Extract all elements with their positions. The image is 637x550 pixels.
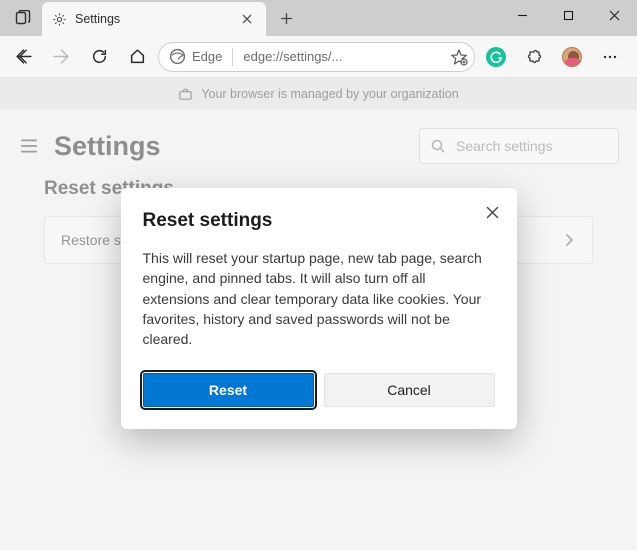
grammarly-icon[interactable]	[479, 41, 513, 73]
tab-actions-icon[interactable]	[6, 2, 40, 34]
profile-avatar[interactable]	[555, 41, 589, 73]
dialog-body: This will reset your startup page, new t…	[143, 248, 495, 349]
maximize-button[interactable]	[545, 0, 591, 30]
title-bar: Settings	[0, 0, 637, 36]
reset-settings-dialog: Reset settings This will reset your star…	[121, 188, 517, 429]
back-button[interactable]	[6, 41, 40, 73]
close-tab-icon[interactable]	[238, 10, 256, 28]
favorite-icon[interactable]	[450, 48, 468, 66]
cancel-button[interactable]: Cancel	[324, 373, 495, 407]
dialog-title: Reset settings	[143, 210, 495, 232]
close-window-button[interactable]	[591, 0, 637, 30]
forward-button[interactable]	[44, 41, 78, 73]
address-url: edge://settings/...	[243, 49, 342, 64]
minimize-button[interactable]	[499, 0, 545, 30]
dialog-close-button[interactable]	[483, 202, 503, 222]
refresh-button[interactable]	[82, 41, 116, 73]
address-identity: Edge	[192, 49, 222, 64]
new-tab-button[interactable]	[270, 2, 302, 34]
tab-title: Settings	[75, 12, 230, 26]
browser-tab[interactable]: Settings	[42, 2, 266, 36]
home-button[interactable]	[120, 41, 154, 73]
extensions-icon[interactable]	[517, 41, 551, 73]
address-bar[interactable]: Edge edge://settings/...	[158, 42, 475, 72]
dialog-buttons: Reset Cancel	[143, 373, 495, 407]
edge-logo-icon	[169, 48, 186, 65]
reset-button[interactable]: Reset	[143, 373, 314, 407]
window-controls	[499, 0, 637, 30]
toolbar: Edge edge://settings/...	[0, 36, 637, 78]
menu-button[interactable]	[593, 41, 627, 73]
separator	[232, 48, 233, 66]
toolbar-right	[479, 41, 631, 73]
gear-icon	[52, 12, 67, 27]
